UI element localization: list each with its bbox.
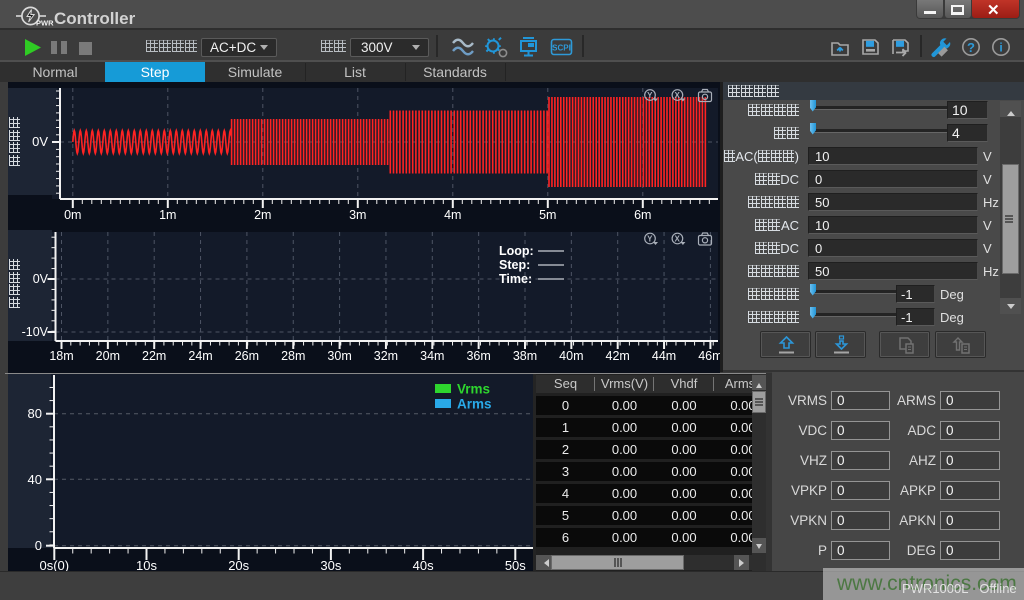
svg-text:Y: Y — [647, 235, 653, 244]
svg-text:0: 0 — [35, 538, 42, 553]
svg-text:28m: 28m — [281, 349, 305, 363]
svg-text:42m: 42m — [606, 349, 630, 363]
svg-text:Y: Y — [647, 91, 653, 100]
svg-text:36m: 36m — [466, 349, 490, 363]
svg-text:50s: 50s — [505, 558, 526, 572]
svg-text:46m: 46m — [698, 349, 720, 363]
svg-text:30m: 30m — [327, 349, 351, 363]
svg-text:44m: 44m — [652, 349, 676, 363]
svg-text:Loop:: Loop: — [499, 244, 534, 258]
svg-text:30s: 30s — [320, 558, 341, 572]
svg-text:26m: 26m — [235, 349, 259, 363]
svg-text:40s: 40s — [413, 558, 434, 572]
svg-text:SCPI: SCPI — [552, 44, 571, 53]
svg-text:PWR: PWR — [36, 19, 54, 28]
svg-text:0s(0): 0s(0) — [39, 558, 69, 572]
svg-text:1m: 1m — [159, 208, 176, 222]
svg-text:20s: 20s — [228, 558, 249, 572]
svg-text:10s: 10s — [136, 558, 157, 572]
svg-text:Step:: Step: — [499, 258, 530, 272]
svg-text:20m: 20m — [96, 349, 120, 363]
svg-text:Arms: Arms — [457, 397, 492, 412]
svg-text:X: X — [675, 91, 681, 100]
svg-text:Time:: Time: — [499, 272, 532, 286]
svg-text:6m: 6m — [634, 208, 651, 222]
svg-text:i: i — [999, 41, 1002, 55]
svg-text:18m: 18m — [49, 349, 73, 363]
svg-text:2m: 2m — [254, 208, 271, 222]
svg-text:5m: 5m — [539, 208, 556, 222]
svg-text:Vrms: Vrms — [457, 382, 490, 397]
svg-text:40m: 40m — [559, 349, 583, 363]
svg-text:4m: 4m — [444, 208, 461, 222]
svg-text:24m: 24m — [188, 349, 212, 363]
svg-text:22m: 22m — [142, 349, 166, 363]
svg-text:3m: 3m — [349, 208, 366, 222]
svg-text:80: 80 — [28, 406, 42, 421]
svg-text:0m: 0m — [64, 208, 81, 222]
svg-text:?: ? — [967, 40, 975, 55]
svg-text:34m: 34m — [420, 349, 444, 363]
svg-text:32m: 32m — [374, 349, 398, 363]
svg-text:40: 40 — [28, 472, 42, 487]
svg-text:38m: 38m — [513, 349, 537, 363]
svg-text:X: X — [675, 235, 681, 244]
